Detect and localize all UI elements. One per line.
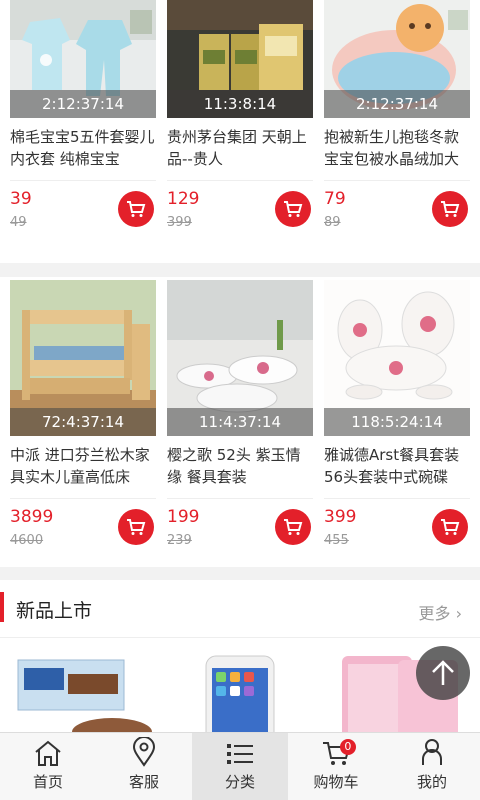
more-link[interactable]: 更多 › xyxy=(418,600,462,624)
product-card[interactable]: 72:4:37:14 中派 进口芬兰松木家具实木儿童高低床 3899 4600 xyxy=(10,277,156,567)
product-card[interactable]: 11:4:37:14 樱之歌 52头 紫玉情缘 餐具套装 199 239 xyxy=(167,277,313,567)
product-feed[interactable]: 2:12:37:14 棉毛宝宝5五件套婴儿内衣套 纯棉宝宝 39 49 11:3… xyxy=(0,0,480,732)
add-to-cart-button[interactable] xyxy=(118,191,154,227)
add-to-cart-button[interactable] xyxy=(118,509,154,545)
countdown-timer: 2:12:37:14 xyxy=(10,90,156,118)
product-image[interactable]: 2:12:37:14 xyxy=(10,0,156,118)
sale-price: 129 xyxy=(167,189,200,209)
sale-price: 3899 xyxy=(10,507,54,527)
product-image[interactable]: 2:12:37:14 xyxy=(324,0,470,118)
cart-icon xyxy=(284,201,303,217)
product-title[interactable]: 雅诚德Arst餐具套装56头套装中式碗碟 xyxy=(324,444,470,490)
price-box: 79 89 xyxy=(324,180,470,242)
tab-service[interactable]: 客服 xyxy=(96,733,192,800)
section-header: 新品上市 更多 › xyxy=(0,580,480,638)
new-product-image[interactable] xyxy=(170,654,310,732)
original-price: 4600 xyxy=(10,533,44,548)
product-grid-row-1: 2:12:37:14 棉毛宝宝5五件套婴儿内衣套 纯棉宝宝 39 49 11:3… xyxy=(0,0,480,263)
price-box: 199 239 xyxy=(167,498,313,560)
add-to-cart-button[interactable] xyxy=(275,509,311,545)
original-price: 455 xyxy=(324,533,349,548)
cart-icon xyxy=(127,201,146,217)
new-products-section: 新品上市 更多 › xyxy=(0,580,480,732)
price-box: 399 455 xyxy=(324,498,470,560)
cart-icon xyxy=(441,201,460,217)
product-image[interactable]: 11:3:8:14 xyxy=(167,0,313,118)
cart-icon xyxy=(441,519,460,535)
new-product-image[interactable] xyxy=(12,654,152,732)
countdown-timer: 11:3:8:14 xyxy=(167,90,313,118)
home-icon xyxy=(35,740,61,766)
add-to-cart-button[interactable] xyxy=(275,191,311,227)
price-box: 3899 4600 xyxy=(10,498,156,560)
countdown-timer: 118:5:24:14 xyxy=(324,408,470,436)
cart-icon xyxy=(284,519,303,535)
product-title[interactable]: 棉毛宝宝5五件套婴儿内衣套 纯棉宝宝 xyxy=(10,126,156,172)
product-card[interactable]: 2:12:37:14 抱被新生儿抱毯冬款宝宝包被水晶绒加大 79 89 xyxy=(324,0,470,263)
back-to-top-button[interactable] xyxy=(416,646,470,700)
product-card[interactable]: 118:5:24:14 雅诚德Arst餐具套装56头套装中式碗碟 399 455 xyxy=(324,277,470,567)
original-price: 89 xyxy=(324,215,341,230)
product-card[interactable]: 2:12:37:14 棉毛宝宝5五件套婴儿内衣套 纯棉宝宝 39 49 xyxy=(10,0,156,263)
bottom-tab-bar: 首页 客服 分类 0 购物车 我的 xyxy=(0,732,480,800)
product-grid-row-2: 72:4:37:14 中派 进口芬兰松木家具实木儿童高低床 3899 4600 xyxy=(0,277,480,567)
sale-price: 79 xyxy=(324,189,346,209)
tab-label: 客服 xyxy=(128,773,159,791)
user-icon xyxy=(422,739,442,765)
original-price: 399 xyxy=(167,215,192,230)
product-title[interactable]: 贵州茅台集团 天朝上品--贵人 xyxy=(167,126,313,172)
tab-cart[interactable]: 0 购物车 xyxy=(288,733,384,800)
list-icon xyxy=(227,744,253,764)
smartphone-image xyxy=(170,654,310,732)
chevron-right-icon: › xyxy=(455,604,462,623)
tab-profile[interactable]: 我的 xyxy=(384,733,480,800)
countdown-timer: 11:4:37:14 xyxy=(167,408,313,436)
product-image[interactable]: 11:4:37:14 xyxy=(167,280,313,436)
tab-category[interactable]: 分类 xyxy=(192,733,288,800)
tab-label: 首页 xyxy=(32,773,63,791)
product-title[interactable]: 抱被新生儿抱毯冬款宝宝包被水晶绒加大 xyxy=(324,126,470,172)
add-to-cart-button[interactable] xyxy=(432,509,468,545)
countdown-timer: 72:4:37:14 xyxy=(10,408,156,436)
location-pin-icon xyxy=(132,737,156,767)
cart-icon xyxy=(127,519,146,535)
price-box: 39 49 xyxy=(10,180,156,242)
cart-count-badge: 0 xyxy=(339,739,356,755)
tab-label: 购物车 xyxy=(313,773,359,791)
add-to-cart-button[interactable] xyxy=(432,191,468,227)
arrow-up-icon xyxy=(432,660,454,685)
tab-home[interactable]: 首页 xyxy=(0,733,96,800)
original-price: 239 xyxy=(167,533,192,548)
product-title[interactable]: 中派 进口芬兰松木家具实木儿童高低床 xyxy=(10,444,156,490)
product-image[interactable]: 118:5:24:14 xyxy=(324,280,470,436)
product-card[interactable]: 11:3:8:14 贵州茅台集团 天朝上品--贵人 129 399 xyxy=(167,0,313,263)
original-price: 49 xyxy=(10,215,27,230)
product-title[interactable]: 樱之歌 52头 紫玉情缘 餐具套装 xyxy=(167,444,313,490)
tab-label: 分类 xyxy=(224,773,255,791)
section-accent-bar xyxy=(0,592,4,622)
section-title: 新品上市 xyxy=(16,600,93,622)
snack-box-image xyxy=(12,654,152,732)
product-image[interactable]: 72:4:37:14 xyxy=(10,280,156,436)
more-link-label: 更多 xyxy=(418,604,451,623)
sale-price: 399 xyxy=(324,507,357,527)
countdown-timer: 2:12:37:14 xyxy=(324,90,470,118)
sale-price: 199 xyxy=(167,507,200,527)
new-products-row xyxy=(0,638,480,732)
sale-price: 39 xyxy=(10,189,32,209)
price-box: 129 399 xyxy=(167,180,313,242)
tab-label: 我的 xyxy=(416,773,447,791)
